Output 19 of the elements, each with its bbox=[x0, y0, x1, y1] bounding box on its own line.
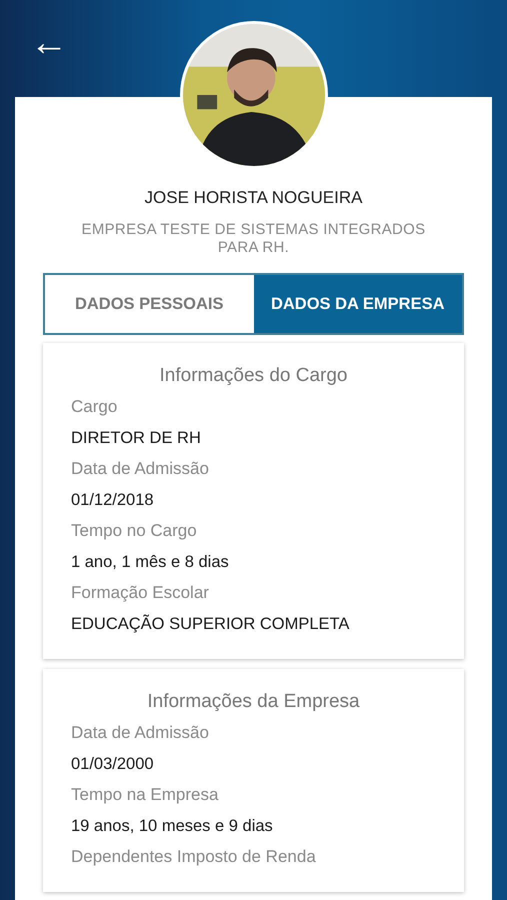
field-label: Data de Admissão bbox=[71, 459, 210, 480]
person-name: JOSE HORISTA NOGUEIRA bbox=[144, 187, 364, 209]
field-value: 01/12/2018 bbox=[71, 490, 155, 510]
field-value: 19 anos, 10 meses e 9 dias bbox=[71, 816, 274, 836]
back-button[interactable]: ← bbox=[26, 24, 72, 62]
field-value: DIRETOR DE RH bbox=[71, 428, 202, 448]
field-label: Data de Admissão bbox=[71, 723, 210, 744]
field-label: Dependentes Imposto de Renda bbox=[71, 847, 317, 868]
field-label: Cargo bbox=[71, 397, 118, 418]
field-value: EDUCAÇÃO SUPERIOR COMPLETA bbox=[71, 614, 350, 634]
field-value: 1 ano, 1 mês e 8 dias bbox=[71, 552, 230, 572]
section-title: Informações do Cargo bbox=[158, 365, 348, 388]
tab[interactable]: DADOS DA EMPRESA bbox=[254, 274, 462, 334]
field-label: Formação Escolar bbox=[71, 583, 210, 604]
field-label: Tempo na Empresa bbox=[71, 785, 220, 806]
field-value: 01/03/2000 bbox=[71, 754, 155, 774]
section-title: Informações da Empresa bbox=[146, 691, 361, 714]
field-label: Tempo no Cargo bbox=[71, 521, 198, 542]
company-name: EMPRESA TESTE DE SISTEMAS INTEGRADOS PARA RH. bbox=[80, 220, 426, 256]
